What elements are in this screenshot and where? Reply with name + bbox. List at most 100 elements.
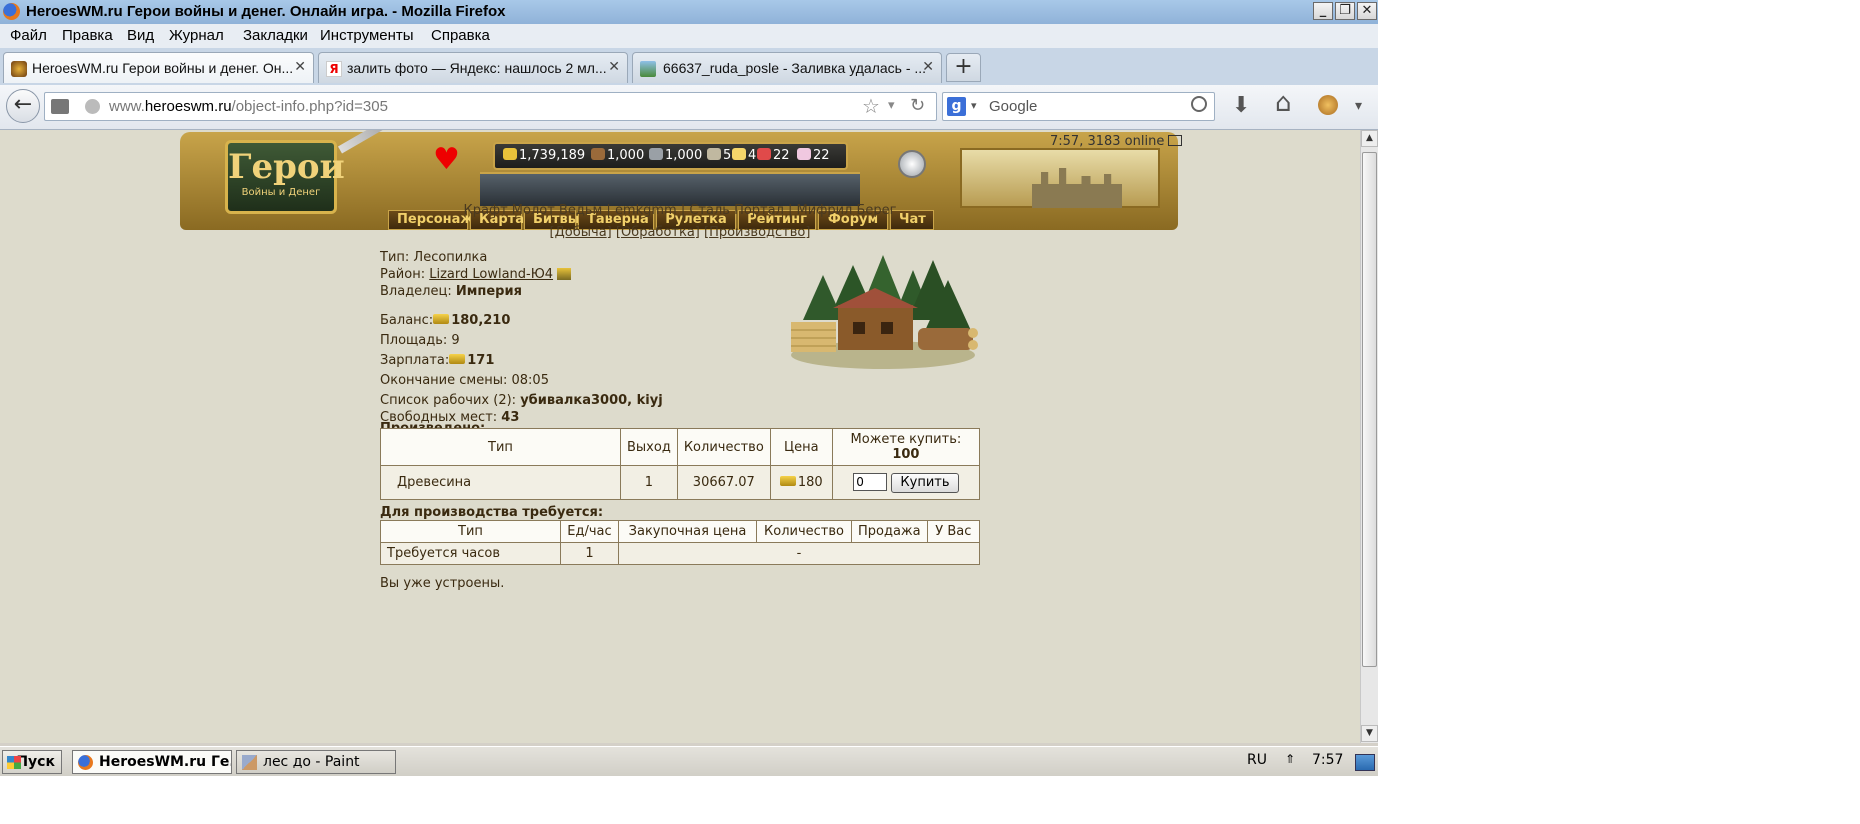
language-indicator[interactable]: RU — [1247, 752, 1267, 768]
start-button[interactable]: Пуск — [2, 750, 62, 774]
back-button[interactable]: ← — [6, 89, 40, 123]
col-quantity: Количество — [676, 428, 771, 466]
menu-tools[interactable]: Инструменты — [320, 27, 414, 44]
heroes-favicon-icon — [11, 61, 27, 77]
workers-list[interactable]: убивалка3000, kiyj — [520, 393, 662, 408]
minimize-button[interactable]: _ — [1313, 2, 1333, 20]
menu-edit[interactable]: Правка — [62, 27, 113, 44]
menu-view[interactable]: Вид — [127, 27, 154, 44]
tab-label: HeroesWM.ru Герои войны и денег. Он... — [32, 60, 294, 76]
bookmark-star-icon[interactable]: ☆ — [862, 94, 880, 118]
maximize-button[interactable]: ❐ — [1335, 2, 1355, 20]
gold-icon — [779, 476, 796, 486]
close-tab-icon[interactable]: ✕ — [922, 59, 934, 75]
col-type: Тип — [380, 428, 621, 466]
title-bar: HeroesWM.ru Герои войны и денег. Онлайн … — [0, 0, 1378, 24]
tab-yandex[interactable]: Я залить фото — Яндекс: нашлось 2 мл... … — [318, 52, 628, 83]
employment-status: Вы уже устроены. — [380, 576, 505, 591]
show-desktop-icon[interactable] — [1355, 754, 1375, 771]
reload-icon[interactable]: ↻ — [910, 95, 925, 116]
close-window-button[interactable]: ✕ — [1357, 2, 1377, 20]
tab-groups-icon[interactable] — [51, 99, 69, 114]
scroll-down-icon[interactable]: ▼ — [1361, 725, 1378, 742]
clock[interactable]: 7:57 — [1312, 752, 1343, 768]
wood-resource: 1,000 — [591, 148, 644, 163]
url-bar[interactable]: www.heroeswm.ru/object-info.php?id=305 ☆… — [44, 92, 937, 121]
engine-dropdown-icon[interactable]: ▾ — [971, 99, 977, 112]
sulfur-resource: 4 — [732, 148, 756, 163]
mail-icon[interactable] — [1168, 135, 1183, 146]
link-mining[interactable]: Добыча — [555, 225, 607, 240]
info-salary: Зарплата: 171 — [380, 353, 495, 368]
gold-icon — [433, 314, 450, 324]
paint-icon — [242, 755, 257, 770]
cell-buy: Купить — [831, 465, 981, 500]
home-icon[interactable]: ⌂ — [1275, 88, 1292, 118]
google-icon[interactable]: g — [947, 97, 966, 116]
taskbar-item-paint[interactable]: лес до - Paint — [236, 750, 396, 774]
tab-label: 66637_ruda_posle - Заливка удалась - ... — [663, 60, 927, 76]
download-icon[interactable]: ⬇ — [1232, 93, 1250, 118]
search-input[interactable]: Google — [989, 98, 1037, 115]
scroll-thumb[interactable] — [1362, 152, 1377, 667]
vertical-scrollbar[interactable]: ▲ ▼ — [1360, 130, 1378, 743]
scroll-up-icon[interactable]: ▲ — [1361, 130, 1378, 147]
close-tab-icon[interactable]: ✕ — [608, 59, 620, 75]
table-header-row: Тип Ед/час Закупочная цена Количество Пр… — [380, 520, 981, 543]
stopwatch-icon[interactable] — [898, 150, 926, 178]
craft-links[interactable]: Крафт Молот Ведьм | emkgmm | Сталь Порта… — [0, 203, 1360, 218]
table-row: Требуется часов 1 - — [380, 542, 980, 565]
table-header-row: Тип Выход Количество Цена Можете купить:… — [380, 428, 981, 466]
yandex-favicon-icon: Я — [326, 61, 342, 77]
url-text[interactable]: www.heroeswm.ru/object-info.php?id=305 — [109, 98, 388, 115]
link-processing[interactable]: Обработка — [621, 225, 695, 240]
link-production[interactable]: Производство — [709, 225, 805, 240]
wood-icon — [591, 148, 605, 160]
required-title: Для производства требуется: — [380, 505, 604, 520]
firefox-logo-icon — [3, 3, 20, 20]
info-district: Район: Lizard Lowland-Ю4 — [380, 267, 572, 282]
close-tab-icon[interactable]: ✕ — [294, 59, 306, 75]
logo-title: Герои — [228, 147, 345, 187]
menu-history[interactable]: Журнал — [169, 27, 224, 44]
cell-per-hour: 1 — [560, 542, 619, 565]
heart-icon[interactable]: ♥ — [433, 142, 460, 177]
menu-bookmarks[interactable]: Закладки — [243, 27, 308, 44]
url-dropdown-icon[interactable]: ▾ — [888, 98, 895, 113]
tray-arrows-icon[interactable]: ⇑ — [1285, 752, 1295, 766]
required-table: Тип Ед/час Закупочная цена Количество Пр… — [380, 520, 981, 565]
col-purchase-price: Закупочная цена — [618, 520, 757, 543]
new-tab-button[interactable]: + — [946, 53, 981, 82]
crystal-resource: 22 — [757, 148, 790, 163]
info-type: Тип: Лесопилка — [380, 250, 488, 265]
taskbar-item-firefox[interactable]: HeroesWM.ru Ге... — [72, 750, 232, 774]
tab-heroeswm[interactable]: HeroesWM.ru Герои войны и денег. Он... ✕ — [3, 52, 314, 83]
sawmill-image — [791, 255, 978, 369]
logo-subtitle: Войны и Денег — [241, 187, 321, 198]
menu-file[interactable]: Файл — [10, 27, 47, 44]
resources-bar: 1,739,189 1,000 1,000 5 4 22 22 — [493, 142, 848, 170]
col-quantity: Количество — [756, 520, 852, 543]
table-row: Древесина 1 30667.07 180 Купить — [380, 465, 981, 500]
search-icon[interactable] — [1191, 96, 1207, 112]
tab-upload[interactable]: 66637_ruda_posle - Заливка удалась - ...… — [632, 52, 942, 83]
col-type: Тип — [380, 520, 561, 543]
menu-dropdown-icon[interactable]: ▾ — [1355, 98, 1362, 114]
windows-logo-icon — [7, 756, 21, 769]
firefox-icon — [78, 755, 93, 770]
menu-help[interactable]: Справка — [431, 27, 490, 44]
window-title: HeroesWM.ru Герои войны и денег. Онлайн … — [26, 3, 506, 20]
buy-quantity-input[interactable] — [853, 473, 888, 491]
addon-face-icon[interactable] — [1318, 95, 1338, 115]
object-category-links: [Добыча] [Обработка] [Производство] — [549, 225, 811, 240]
info-area: Площадь: 9 — [380, 333, 460, 348]
header-center-panel — [480, 172, 860, 206]
mercury-resource: 5 — [707, 148, 731, 163]
district-link[interactable]: Lizard Lowland-Ю4 — [429, 267, 553, 282]
search-box[interactable]: g ▾ Google — [942, 92, 1215, 121]
buy-button[interactable]: Купить — [891, 472, 959, 493]
time-online: 7:57, 3183 online — [1050, 134, 1183, 149]
navigation-bar: ← www.heroeswm.ru/object-info.php?id=305… — [0, 85, 1378, 130]
col-sale: Продажа — [851, 520, 928, 543]
ore-icon — [649, 148, 663, 160]
